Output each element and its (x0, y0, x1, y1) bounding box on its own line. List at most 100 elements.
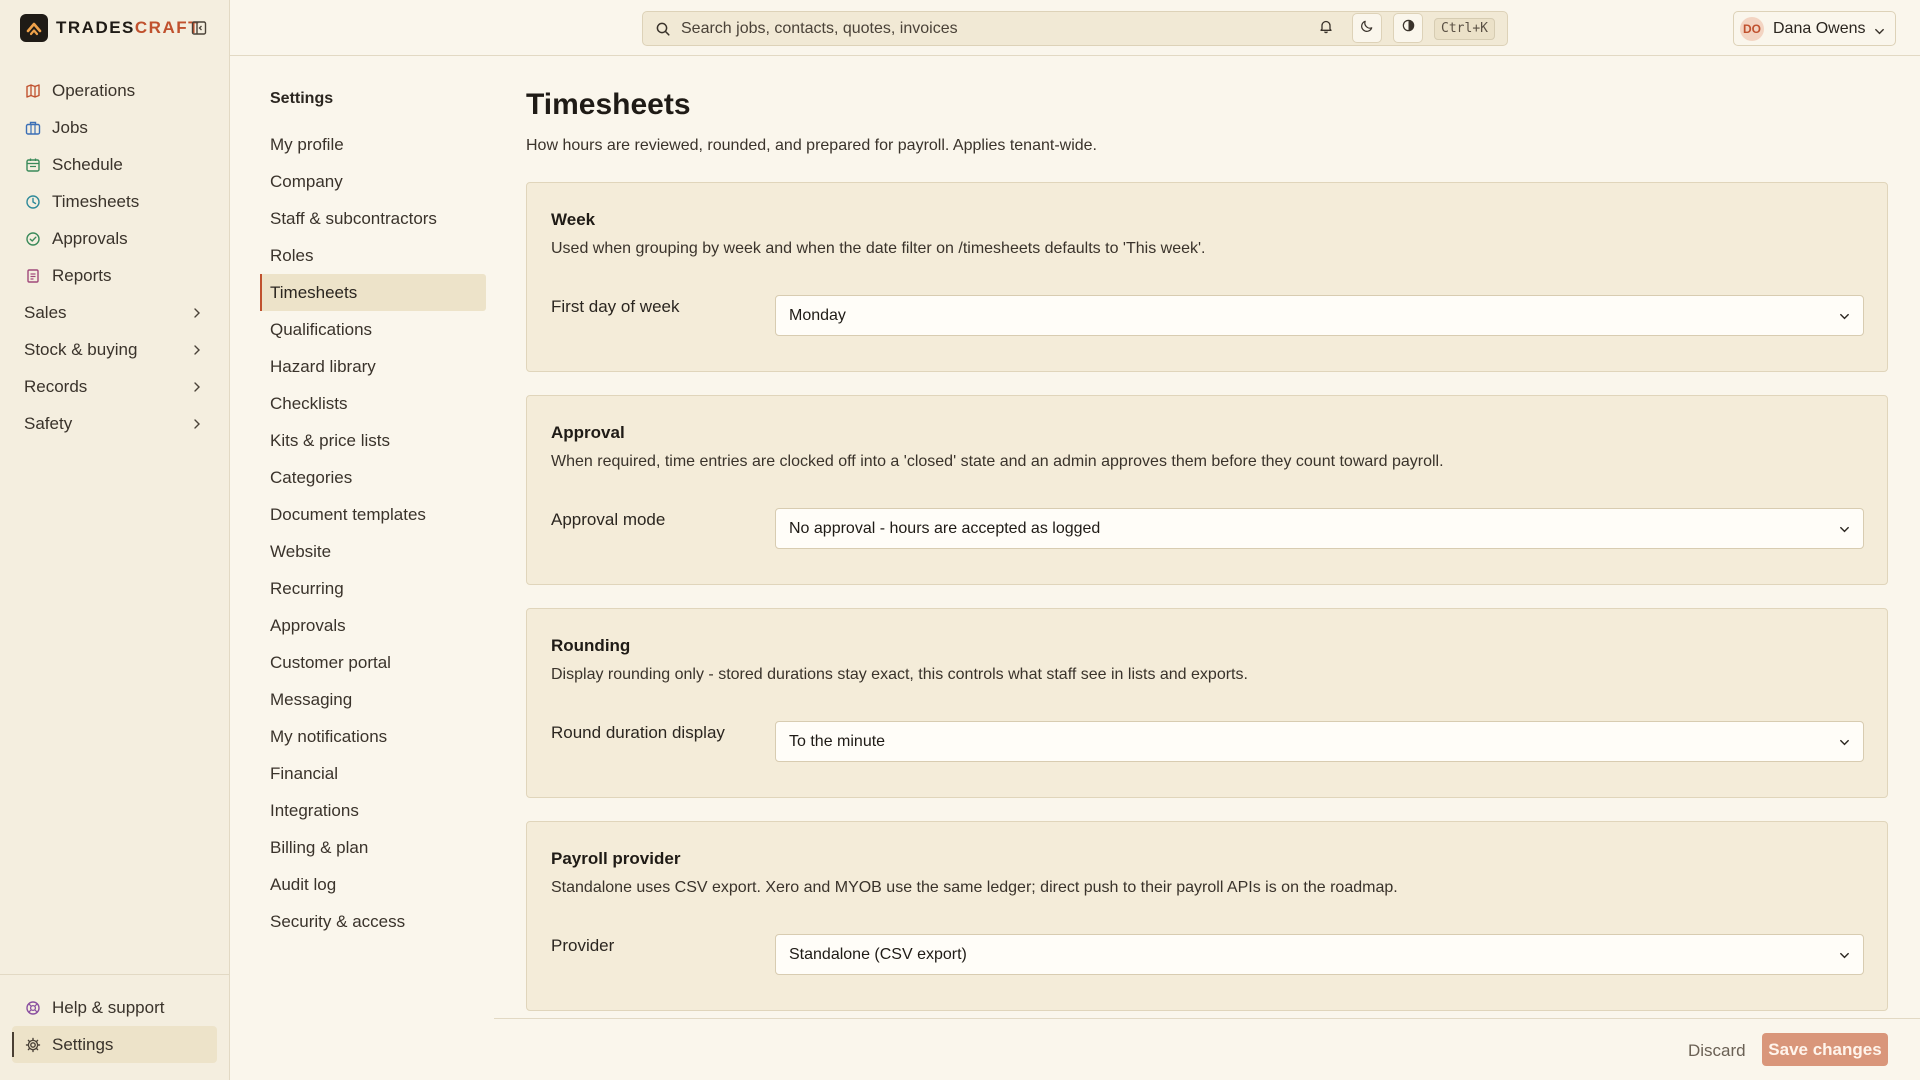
section-title: Week (551, 210, 596, 229)
brand-name: TRADESCRAFT (56, 18, 201, 37)
main-nav: Operations Jobs Schedule Timesheets Appr… (12, 72, 218, 442)
nav-item-operations[interactable]: Operations (12, 72, 218, 109)
settings-item-my-profile[interactable]: My profile (260, 126, 486, 163)
nav-label: Stock & buying (24, 339, 138, 359)
nav-group-stock-buying[interactable]: Stock & buying (12, 331, 218, 368)
first-day-of-week-select[interactable]: Monday (775, 295, 1864, 336)
chevron-down-icon (1838, 736, 1851, 749)
settings-item-integrations[interactable]: Integrations (260, 792, 486, 829)
field-label: Round duration display (551, 723, 725, 742)
section-rounding: Rounding Display rounding only - stored … (526, 608, 1888, 798)
settings-item-billing-plan[interactable]: Billing & plan (260, 829, 486, 866)
settings-item-financial[interactable]: Financial (260, 755, 486, 792)
section-description: Standalone uses CSV export. Xero and MYO… (551, 879, 1398, 896)
settings-item-timesheets[interactable]: Timesheets (260, 274, 486, 311)
settings-item-customer-portal[interactable]: Customer portal (260, 644, 486, 681)
settings-item-roles[interactable]: Roles (260, 237, 486, 274)
nav-item-reports[interactable]: Reports (12, 257, 218, 294)
nav-label: Settings (52, 1034, 114, 1054)
nav-label: Jobs (52, 117, 88, 137)
settings-item-my-notifications[interactable]: My notifications (260, 718, 486, 755)
nav-group-safety[interactable]: Safety (12, 405, 218, 442)
sidebar-collapse-icon[interactable] (190, 19, 208, 37)
settings-item-website[interactable]: Website (260, 533, 486, 570)
settings-item-recurring[interactable]: Recurring (260, 570, 486, 607)
sidebar-bottom: Help & support Settings (0, 974, 229, 1063)
brand[interactable]: TRADESCRAFT (20, 14, 200, 42)
select-value: To the minute (789, 732, 886, 750)
user-name: Dana Owens (1773, 19, 1866, 37)
section-description: Used when grouping by week and when the … (551, 240, 1206, 257)
nav-label: Sales (24, 302, 67, 322)
nav-group-records[interactable]: Records (12, 368, 218, 405)
round-duration-select[interactable]: To the minute (775, 721, 1864, 762)
settings-item-messaging[interactable]: Messaging (260, 681, 486, 718)
nav-label: Help & support (52, 997, 165, 1017)
discard-button[interactable]: Discard (1678, 1035, 1756, 1067)
clock-icon (24, 193, 42, 211)
payroll-provider-select[interactable]: Standalone (CSV export) (775, 934, 1864, 975)
nav-label: Safety (24, 413, 73, 433)
section-title: Approval (551, 423, 625, 442)
search-input[interactable] (681, 19, 1507, 38)
nav-item-approvals[interactable]: Approvals (12, 220, 218, 257)
chevron-down-icon (1873, 23, 1886, 36)
approval-mode-select[interactable]: No approval - hours are accepted as logg… (775, 508, 1864, 549)
chevron-right-icon (190, 342, 204, 356)
check-circle-icon (24, 230, 42, 248)
section-title: Payroll provider (551, 849, 681, 868)
section-description: When required, time entries are clocked … (551, 453, 1444, 470)
contrast-toggle-button[interactable] (1393, 13, 1423, 43)
help-icon (24, 999, 42, 1017)
page-subtitle: How hours are reviewed, rounded, and pre… (526, 137, 1097, 154)
chevron-down-icon (1838, 310, 1851, 323)
brand-logo-icon (20, 14, 48, 42)
select-value: Monday (789, 306, 846, 324)
field-label: Approval mode (551, 510, 666, 529)
nav-item-help-support[interactable]: Help & support (12, 989, 217, 1026)
report-icon (24, 267, 42, 285)
nav-item-jobs[interactable]: Jobs (12, 109, 218, 146)
chevron-down-icon (1838, 523, 1851, 536)
nav-label: Schedule (52, 154, 123, 174)
footer-action-bar: Discard Save changes (494, 1018, 1920, 1080)
search-shortcut-badge: Ctrl+K (1434, 18, 1495, 40)
settings-item-company[interactable]: Company (260, 163, 486, 200)
user-menu[interactable]: DO Dana Owens (1733, 11, 1896, 46)
settings-item-staff-subcontractors[interactable]: Staff & subcontractors (260, 200, 486, 237)
nav-group-sales[interactable]: Sales (12, 294, 218, 331)
save-changes-button[interactable]: Save changes (1762, 1033, 1888, 1066)
settings-item-audit-log[interactable]: Audit log (260, 866, 486, 903)
settings-item-checklists[interactable]: Checklists (260, 385, 486, 422)
nav-label: Timesheets (52, 191, 140, 211)
nav-label: Reports (52, 265, 112, 285)
section-week: Week Used when grouping by week and when… (526, 182, 1888, 372)
search-icon (655, 21, 671, 37)
calendar-icon (24, 156, 42, 174)
chevron-right-icon (190, 379, 204, 393)
settings-item-security-access[interactable]: Security & access (260, 903, 486, 940)
nav-item-schedule[interactable]: Schedule (12, 146, 218, 183)
nav-label: Approvals (52, 228, 128, 248)
settings-item-hazard-library[interactable]: Hazard library (260, 348, 486, 385)
notifications-button[interactable] (1311, 13, 1341, 43)
settings-item-qualifications[interactable]: Qualifications (260, 311, 486, 348)
app-sidebar: TRADESCRAFT Operations Jobs Schedule Tim… (0, 0, 230, 1080)
gear-icon (24, 1036, 42, 1054)
nav-item-settings[interactable]: Settings (12, 1026, 217, 1063)
chevron-right-icon (190, 416, 204, 430)
settings-item-kits-price-lists[interactable]: Kits & price lists (260, 422, 486, 459)
field-label: Provider (551, 936, 615, 955)
theme-toggle-button[interactable] (1352, 13, 1382, 43)
bell-icon (1318, 18, 1334, 39)
map-icon (24, 82, 42, 100)
settings-nav-list: My profile Company Staff & subcontractor… (260, 126, 486, 940)
settings-nav-title: Settings (270, 90, 334, 107)
settings-item-categories[interactable]: Categories (260, 459, 486, 496)
nav-item-timesheets[interactable]: Timesheets (12, 183, 218, 220)
briefcase-icon (24, 119, 42, 137)
settings-item-document-templates[interactable]: Document templates (260, 496, 486, 533)
settings-item-approvals[interactable]: Approvals (260, 607, 486, 644)
topbar: Ctrl+K DO Dana Owens (230, 0, 1920, 56)
section-approval: Approval When required, time entries are… (526, 395, 1888, 585)
